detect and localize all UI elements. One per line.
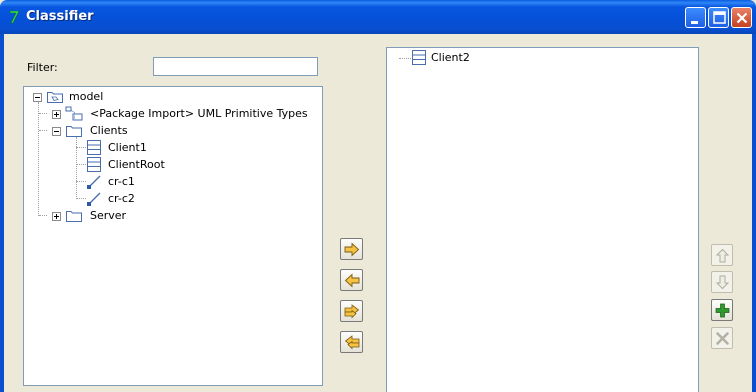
arrow-down-icon — [715, 275, 730, 290]
tree-node-package-import[interactable]: i <Package Import> UML Primitive Types — [24, 106, 320, 122]
tree-node-label: cr-c2 — [108, 192, 135, 205]
window-frame-right — [752, 34, 756, 392]
move-up-button[interactable] — [711, 244, 733, 266]
selected-tree[interactable]: Client2 — [386, 47, 699, 392]
delete-button[interactable] — [711, 327, 733, 349]
tree-node-cr-c2[interactable]: cr-c2 — [24, 191, 320, 207]
remove-selected-button[interactable] — [340, 269, 363, 291]
expand-toggle[interactable] — [52, 212, 61, 221]
remove-all-button[interactable] — [340, 331, 363, 353]
window-title: Classifier — [26, 9, 94, 24]
tree-node-client2[interactable]: Client2 — [387, 50, 696, 66]
plus-icon — [715, 303, 730, 318]
tree-node-clients[interactable]: Clients — [24, 123, 320, 139]
tree-node-label: Client2 — [431, 51, 470, 64]
window-titlebar[interactable]: Classifier — [0, 0, 756, 34]
arrow-left-icon — [344, 273, 360, 288]
folder-icon — [66, 211, 82, 222]
close-icon — [736, 12, 748, 24]
filter-label: Filter: — [27, 61, 58, 74]
double-arrow-right-icon — [344, 304, 360, 319]
model-folder-icon — [47, 92, 63, 103]
tree-node-label: Server — [90, 209, 127, 222]
close-button[interactable] — [731, 7, 752, 28]
window-frame-left — [0, 34, 4, 392]
tree-node-label: ClientRoot — [108, 158, 165, 171]
tree-node-label: <Package Import> UML Primitive Types — [90, 107, 308, 120]
maximize-button[interactable] — [708, 7, 729, 28]
class-icon — [412, 50, 426, 65]
add-all-button[interactable] — [340, 300, 363, 322]
double-arrow-left-icon — [344, 335, 360, 350]
association-icon — [87, 192, 101, 206]
class-icon — [87, 157, 101, 172]
tree-node-cr-c1[interactable]: cr-c1 — [24, 174, 320, 190]
tree-node-label: Client1 — [108, 141, 147, 154]
arrow-right-icon — [344, 242, 360, 257]
maximize-icon — [713, 11, 726, 24]
association-icon — [87, 175, 101, 189]
tree-node-server[interactable]: Server — [24, 208, 320, 224]
collapse-toggle[interactable] — [52, 127, 61, 136]
tree-node-client-root[interactable]: ClientRoot — [24, 157, 320, 173]
minimize-icon — [691, 21, 698, 24]
x-icon — [716, 332, 729, 345]
app-icon — [9, 10, 20, 24]
add-selected-button[interactable] — [340, 238, 363, 260]
tree-node-client1[interactable]: Client1 — [24, 140, 320, 156]
tree-node-label: cr-c1 — [108, 175, 135, 188]
minimize-button[interactable] — [685, 7, 706, 28]
arrow-up-icon — [715, 248, 730, 263]
svg-text:i: i — [74, 115, 75, 121]
folder-icon — [66, 126, 82, 137]
tree-node-label: model — [69, 90, 104, 103]
source-tree[interactable]: model i <Package Import> UML Primitive T… — [23, 86, 323, 386]
filter-input[interactable] — [153, 57, 318, 76]
collapse-toggle[interactable] — [33, 93, 42, 102]
add-button[interactable] — [711, 299, 733, 321]
expand-toggle[interactable] — [52, 110, 61, 119]
tree-node-model[interactable]: model — [24, 89, 320, 105]
tree-node-label: Clients — [90, 124, 128, 137]
package-import-icon: i — [65, 106, 83, 121]
class-icon — [87, 140, 101, 155]
move-down-button[interactable] — [711, 271, 733, 293]
